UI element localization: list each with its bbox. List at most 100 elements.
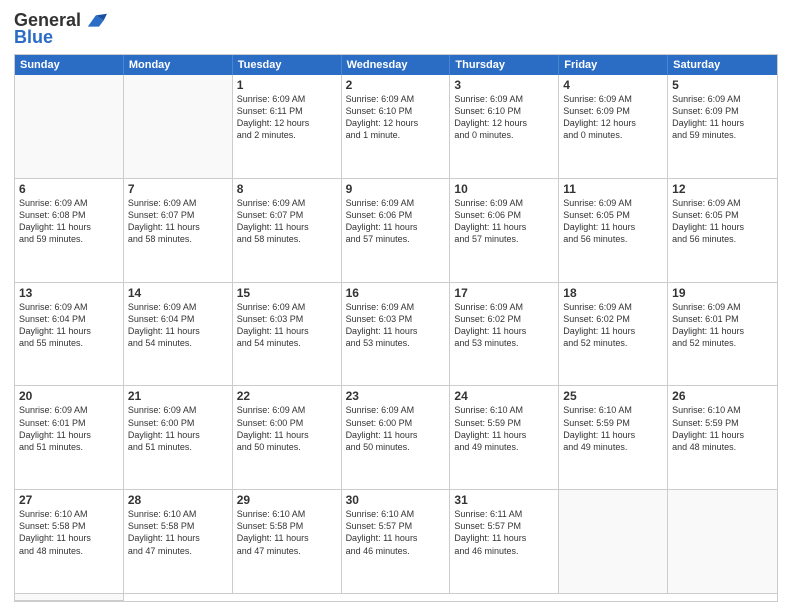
calendar-cell: 22Sunrise: 6:09 AM Sunset: 6:00 PM Dayli… (233, 386, 342, 490)
calendar-cell: 28Sunrise: 6:10 AM Sunset: 5:58 PM Dayli… (124, 490, 233, 594)
calendar-cell: 1Sunrise: 6:09 AM Sunset: 6:11 PM Daylig… (233, 75, 342, 179)
day-number: 14 (128, 286, 228, 300)
day-number: 25 (563, 389, 663, 403)
day-info: Sunrise: 6:11 AM Sunset: 5:57 PM Dayligh… (454, 508, 554, 557)
calendar-day-header: Thursday (450, 55, 559, 75)
calendar-cell: 11Sunrise: 6:09 AM Sunset: 6:05 PM Dayli… (559, 179, 668, 283)
day-number: 20 (19, 389, 119, 403)
logo-blue: Blue (14, 27, 53, 48)
day-info: Sunrise: 6:09 AM Sunset: 6:08 PM Dayligh… (19, 197, 119, 246)
calendar-cell: 4Sunrise: 6:09 AM Sunset: 6:09 PM Daylig… (559, 75, 668, 179)
logo-bird-icon (83, 12, 107, 30)
day-info: Sunrise: 6:09 AM Sunset: 6:03 PM Dayligh… (237, 301, 337, 350)
calendar-cell: 3Sunrise: 6:09 AM Sunset: 6:10 PM Daylig… (450, 75, 559, 179)
calendar-cell: 10Sunrise: 6:09 AM Sunset: 6:06 PM Dayli… (450, 179, 559, 283)
calendar-cell: 27Sunrise: 6:10 AM Sunset: 5:58 PM Dayli… (15, 490, 124, 594)
day-number: 19 (672, 286, 773, 300)
day-number: 30 (346, 493, 446, 507)
day-info: Sunrise: 6:09 AM Sunset: 6:10 PM Dayligh… (346, 93, 446, 142)
day-info: Sunrise: 6:09 AM Sunset: 6:06 PM Dayligh… (454, 197, 554, 246)
calendar-day-header: Saturday (668, 55, 777, 75)
calendar-cell: 2Sunrise: 6:09 AM Sunset: 6:10 PM Daylig… (342, 75, 451, 179)
day-number: 24 (454, 389, 554, 403)
day-info: Sunrise: 6:09 AM Sunset: 6:05 PM Dayligh… (563, 197, 663, 246)
day-info: Sunrise: 6:09 AM Sunset: 6:01 PM Dayligh… (19, 404, 119, 453)
day-info: Sunrise: 6:09 AM Sunset: 6:02 PM Dayligh… (454, 301, 554, 350)
day-number: 17 (454, 286, 554, 300)
day-info: Sunrise: 6:09 AM Sunset: 6:11 PM Dayligh… (237, 93, 337, 142)
day-number: 26 (672, 389, 773, 403)
calendar-cell: 6Sunrise: 6:09 AM Sunset: 6:08 PM Daylig… (15, 179, 124, 283)
calendar-cell: 20Sunrise: 6:09 AM Sunset: 6:01 PM Dayli… (15, 386, 124, 490)
calendar-cell: 23Sunrise: 6:09 AM Sunset: 6:00 PM Dayli… (342, 386, 451, 490)
day-number: 29 (237, 493, 337, 507)
day-number: 27 (19, 493, 119, 507)
day-number: 7 (128, 182, 228, 196)
calendar-cell: 7Sunrise: 6:09 AM Sunset: 6:07 PM Daylig… (124, 179, 233, 283)
calendar-cell (668, 490, 777, 594)
calendar-cell: 16Sunrise: 6:09 AM Sunset: 6:03 PM Dayli… (342, 283, 451, 387)
day-info: Sunrise: 6:09 AM Sunset: 6:00 PM Dayligh… (237, 404, 337, 453)
calendar: SundayMondayTuesdayWednesdayThursdayFrid… (14, 54, 778, 602)
day-number: 10 (454, 182, 554, 196)
calendar-day-header: Wednesday (342, 55, 451, 75)
day-number: 15 (237, 286, 337, 300)
calendar-cell: 17Sunrise: 6:09 AM Sunset: 6:02 PM Dayli… (450, 283, 559, 387)
day-number: 6 (19, 182, 119, 196)
day-info: Sunrise: 6:09 AM Sunset: 6:00 PM Dayligh… (346, 404, 446, 453)
calendar-day-header: Tuesday (233, 55, 342, 75)
calendar-cell: 18Sunrise: 6:09 AM Sunset: 6:02 PM Dayli… (559, 283, 668, 387)
calendar-cell: 14Sunrise: 6:09 AM Sunset: 6:04 PM Dayli… (124, 283, 233, 387)
day-number: 21 (128, 389, 228, 403)
day-number: 3 (454, 78, 554, 92)
calendar-grid: 1Sunrise: 6:09 AM Sunset: 6:11 PM Daylig… (15, 75, 777, 601)
calendar-cell: 29Sunrise: 6:10 AM Sunset: 5:58 PM Dayli… (233, 490, 342, 594)
day-number: 11 (563, 182, 663, 196)
day-number: 16 (346, 286, 446, 300)
calendar-cell: 9Sunrise: 6:09 AM Sunset: 6:06 PM Daylig… (342, 179, 451, 283)
day-info: Sunrise: 6:09 AM Sunset: 6:03 PM Dayligh… (346, 301, 446, 350)
day-number: 31 (454, 493, 554, 507)
day-info: Sunrise: 6:10 AM Sunset: 5:59 PM Dayligh… (563, 404, 663, 453)
day-info: Sunrise: 6:10 AM Sunset: 5:58 PM Dayligh… (237, 508, 337, 557)
calendar-cell: 24Sunrise: 6:10 AM Sunset: 5:59 PM Dayli… (450, 386, 559, 490)
day-number: 2 (346, 78, 446, 92)
day-info: Sunrise: 6:09 AM Sunset: 6:10 PM Dayligh… (454, 93, 554, 142)
calendar-cell: 15Sunrise: 6:09 AM Sunset: 6:03 PM Dayli… (233, 283, 342, 387)
day-number: 5 (672, 78, 773, 92)
calendar-cell: 26Sunrise: 6:10 AM Sunset: 5:59 PM Dayli… (668, 386, 777, 490)
day-number: 18 (563, 286, 663, 300)
day-info: Sunrise: 6:10 AM Sunset: 5:59 PM Dayligh… (454, 404, 554, 453)
day-number: 8 (237, 182, 337, 196)
calendar-cell (559, 490, 668, 594)
day-info: Sunrise: 6:09 AM Sunset: 6:00 PM Dayligh… (128, 404, 228, 453)
day-info: Sunrise: 6:09 AM Sunset: 6:09 PM Dayligh… (563, 93, 663, 142)
day-info: Sunrise: 6:09 AM Sunset: 6:07 PM Dayligh… (237, 197, 337, 246)
day-number: 13 (19, 286, 119, 300)
calendar-cell: 19Sunrise: 6:09 AM Sunset: 6:01 PM Dayli… (668, 283, 777, 387)
calendar-cell: 8Sunrise: 6:09 AM Sunset: 6:07 PM Daylig… (233, 179, 342, 283)
calendar-cell: 25Sunrise: 6:10 AM Sunset: 5:59 PM Dayli… (559, 386, 668, 490)
day-info: Sunrise: 6:09 AM Sunset: 6:02 PM Dayligh… (563, 301, 663, 350)
day-info: Sunrise: 6:09 AM Sunset: 6:04 PM Dayligh… (19, 301, 119, 350)
day-info: Sunrise: 6:09 AM Sunset: 6:06 PM Dayligh… (346, 197, 446, 246)
day-number: 12 (672, 182, 773, 196)
calendar-cell (124, 75, 233, 179)
calendar-cell: 5Sunrise: 6:09 AM Sunset: 6:09 PM Daylig… (668, 75, 777, 179)
calendar-day-header: Monday (124, 55, 233, 75)
calendar-cell: 12Sunrise: 6:09 AM Sunset: 6:05 PM Dayli… (668, 179, 777, 283)
calendar-cell (15, 75, 124, 179)
day-info: Sunrise: 6:09 AM Sunset: 6:01 PM Dayligh… (672, 301, 773, 350)
day-info: Sunrise: 6:10 AM Sunset: 5:58 PM Dayligh… (128, 508, 228, 557)
calendar-cell: 30Sunrise: 6:10 AM Sunset: 5:57 PM Dayli… (342, 490, 451, 594)
day-number: 23 (346, 389, 446, 403)
day-info: Sunrise: 6:10 AM Sunset: 5:57 PM Dayligh… (346, 508, 446, 557)
calendar-cell (15, 594, 124, 601)
calendar-day-header: Sunday (15, 55, 124, 75)
calendar-header: SundayMondayTuesdayWednesdayThursdayFrid… (15, 55, 777, 75)
day-number: 9 (346, 182, 446, 196)
calendar-cell: 13Sunrise: 6:09 AM Sunset: 6:04 PM Dayli… (15, 283, 124, 387)
day-info: Sunrise: 6:09 AM Sunset: 6:07 PM Dayligh… (128, 197, 228, 246)
calendar-cell: 21Sunrise: 6:09 AM Sunset: 6:00 PM Dayli… (124, 386, 233, 490)
day-info: Sunrise: 6:09 AM Sunset: 6:04 PM Dayligh… (128, 301, 228, 350)
